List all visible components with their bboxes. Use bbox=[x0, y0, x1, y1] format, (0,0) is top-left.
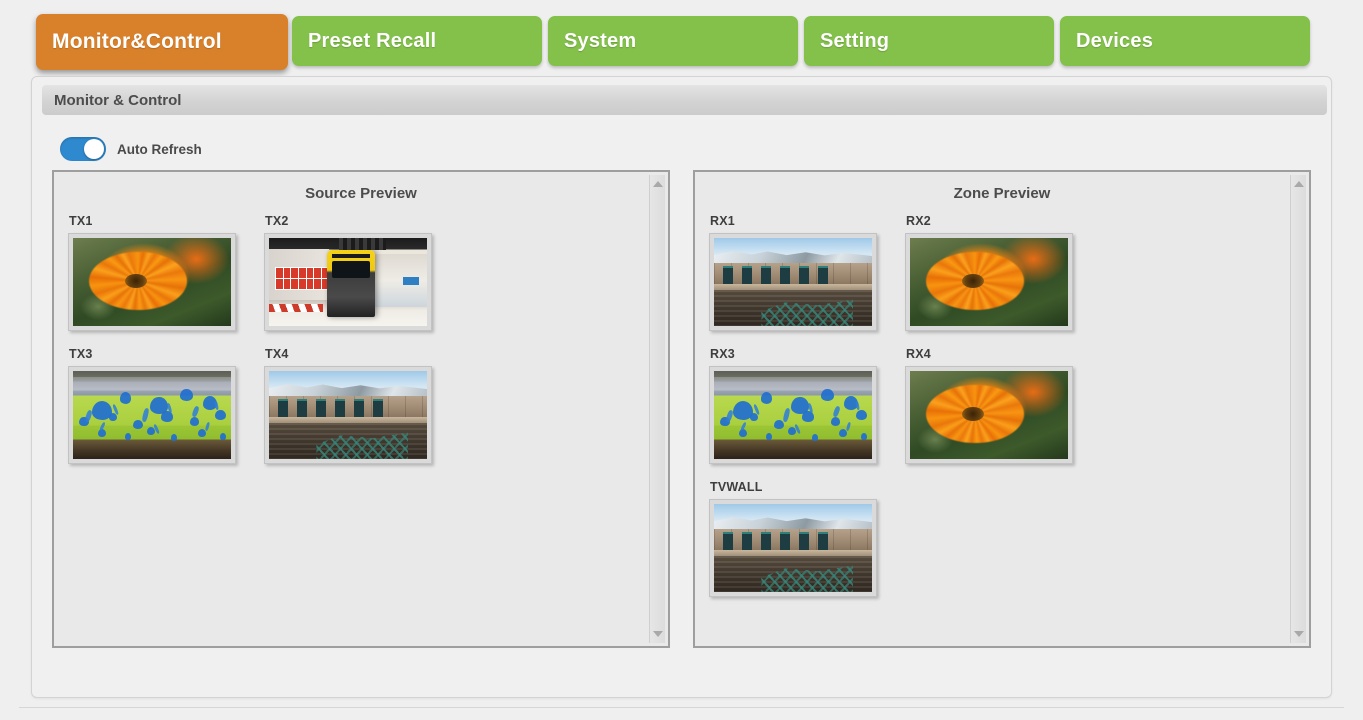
preview-item-label: TX4 bbox=[265, 347, 289, 361]
tab-devices[interactable]: Devices bbox=[1060, 16, 1310, 66]
main-tab-bar: Monitor&Control Preset Recall System Settin… bbox=[0, 0, 1363, 72]
footer-divider bbox=[19, 707, 1344, 708]
auto-refresh-toggle[interactable] bbox=[60, 137, 106, 161]
preview-item[interactable]: TX2 bbox=[264, 214, 460, 331]
preview-thumbnail[interactable] bbox=[709, 366, 877, 464]
zone-preview-body: RX1 RX2 RX3 RX4 TVWALL bbox=[695, 214, 1277, 644]
card-header: Monitor & Control bbox=[42, 85, 1327, 115]
preview-thumbnail[interactable] bbox=[68, 366, 236, 464]
source-preview-scrollbar[interactable] bbox=[649, 175, 665, 643]
preview-photo-train bbox=[269, 238, 427, 326]
page-title: Monitor & Control bbox=[54, 91, 182, 109]
preview-photo-canal bbox=[714, 238, 872, 326]
preview-thumbnail[interactable] bbox=[709, 233, 877, 331]
preview-item-label: RX4 bbox=[906, 347, 931, 361]
content-card: Monitor & Control Auto Refresh Source Pr… bbox=[31, 76, 1332, 698]
preview-thumbnail[interactable] bbox=[905, 233, 1073, 331]
preview-thumbnail[interactable] bbox=[68, 233, 236, 331]
preview-item[interactable]: TX3 bbox=[68, 347, 264, 464]
preview-thumbnail[interactable] bbox=[709, 499, 877, 597]
preview-thumbnail[interactable] bbox=[264, 366, 432, 464]
triangle-up-icon[interactable] bbox=[1293, 181, 1304, 187]
preview-thumbnail[interactable] bbox=[264, 233, 432, 331]
toggle-knob bbox=[84, 139, 104, 159]
preview-thumbnail-image bbox=[73, 371, 231, 459]
source-preview-panel: Source Preview TX1 TX2 TX3 TX4 bbox=[52, 170, 670, 648]
preview-photo-canal bbox=[269, 371, 427, 459]
preview-item[interactable]: RX2 bbox=[905, 214, 1101, 331]
tab-system[interactable]: System bbox=[548, 16, 798, 66]
preview-thumbnail-image bbox=[714, 238, 872, 326]
tab-label: Preset Recall bbox=[308, 29, 437, 52]
preview-photo-flower bbox=[910, 238, 1068, 326]
zone-thumb-grid: RX1 RX2 RX3 RX4 TVWALL bbox=[709, 214, 1277, 613]
tab-label: Devices bbox=[1076, 29, 1154, 52]
preview-thumbnail-image bbox=[910, 238, 1068, 326]
preview-thumbnail-image bbox=[269, 238, 427, 326]
preview-item-label: RX3 bbox=[710, 347, 735, 361]
preview-item-label: TX3 bbox=[69, 347, 93, 361]
source-preview-title: Source Preview bbox=[305, 185, 417, 202]
preview-item-label: TX1 bbox=[69, 214, 93, 228]
zone-preview-panel: Zone Preview RX1 RX2 RX3 RX4 TVWALL bbox=[693, 170, 1311, 648]
tab-label: Setting bbox=[820, 29, 890, 52]
preview-item[interactable]: TX4 bbox=[264, 347, 460, 464]
preview-photo-stadium bbox=[714, 371, 872, 459]
preview-thumbnail[interactable] bbox=[905, 366, 1073, 464]
tab-label: Monitor&Control bbox=[52, 30, 222, 53]
monitor-control-page: Monitor&Control Preset Recall System Settin… bbox=[0, 0, 1363, 720]
preview-photo-flower bbox=[73, 238, 231, 326]
triangle-up-icon[interactable] bbox=[652, 181, 663, 187]
auto-refresh-label: Auto Refresh bbox=[117, 141, 202, 157]
source-preview-body: TX1 TX2 TX3 TX4 bbox=[54, 214, 636, 644]
preview-item[interactable]: TVWALL bbox=[709, 480, 905, 597]
tab-preset-recall[interactable]: Preset Recall bbox=[292, 16, 542, 66]
auto-refresh-row: Auto Refresh bbox=[60, 137, 202, 161]
tab-setting[interactable]: Setting bbox=[804, 16, 1054, 66]
preview-photo-flower bbox=[910, 371, 1068, 459]
preview-item-label: TX2 bbox=[265, 214, 289, 228]
preview-item[interactable]: RX3 bbox=[709, 347, 905, 464]
source-thumb-grid: TX1 TX2 TX3 TX4 bbox=[68, 214, 636, 480]
preview-thumbnail-image bbox=[73, 238, 231, 326]
triangle-down-icon[interactable] bbox=[1293, 631, 1304, 637]
triangle-down-icon[interactable] bbox=[652, 631, 663, 637]
preview-thumbnail-image bbox=[714, 504, 872, 592]
tab-monitor-control[interactable]: Monitor&Control bbox=[36, 14, 288, 70]
preview-photo-stadium bbox=[73, 371, 231, 459]
tab-label: System bbox=[564, 29, 637, 52]
preview-item[interactable]: TX1 bbox=[68, 214, 264, 331]
preview-item-label: TVWALL bbox=[710, 480, 763, 494]
preview-thumbnail-image bbox=[269, 371, 427, 459]
preview-photo-canal bbox=[714, 504, 872, 592]
preview-item[interactable]: RX1 bbox=[709, 214, 905, 331]
zone-preview-scrollbar[interactable] bbox=[1290, 175, 1306, 643]
preview-item[interactable]: RX4 bbox=[905, 347, 1101, 464]
preview-thumbnail-image bbox=[910, 371, 1068, 459]
preview-item-label: RX2 bbox=[906, 214, 931, 228]
preview-thumbnail-image bbox=[714, 371, 872, 459]
preview-item-label: RX1 bbox=[710, 214, 735, 228]
zone-preview-title: Zone Preview bbox=[953, 185, 1051, 202]
